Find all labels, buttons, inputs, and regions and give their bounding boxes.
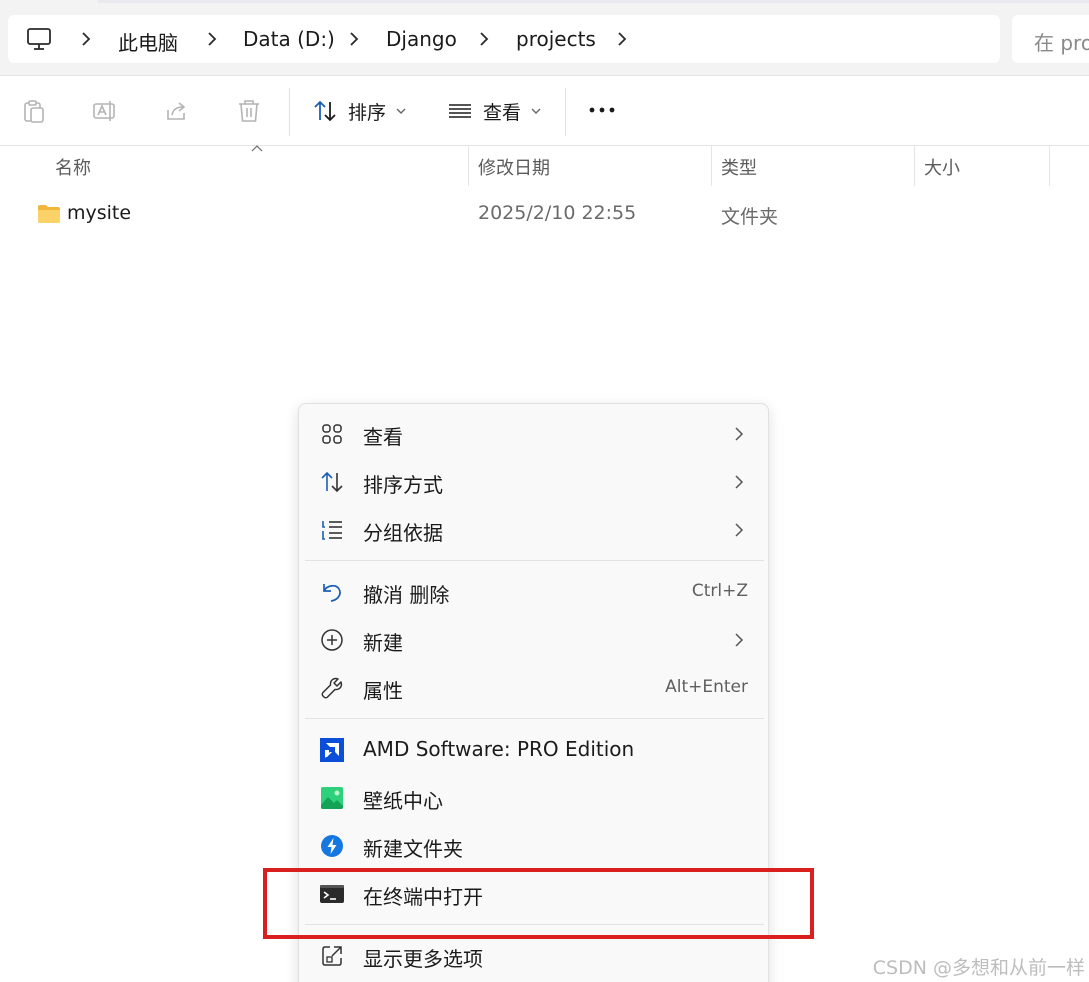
column-header-size[interactable]: 大小 xyxy=(914,146,1049,186)
column-header-modified[interactable]: 修改日期 xyxy=(468,146,711,186)
menu-item-shortcut: Alt+Enter xyxy=(665,677,748,697)
menu-item-label: AMD Software: PRO Edition xyxy=(363,737,635,761)
chevron-right-icon xyxy=(735,475,744,489)
toolbar-divider xyxy=(289,88,290,136)
menu-item-sort-by[interactable]: 排序方式 xyxy=(305,460,764,504)
group-by-icon xyxy=(322,521,342,540)
menu-item-label: 属性 xyxy=(363,679,403,703)
show-more-options-icon xyxy=(322,946,342,966)
sort-button[interactable]: 排序 xyxy=(312,90,406,132)
breadcrumb-data-drive[interactable]: Data (D:) xyxy=(243,27,335,51)
view-label: 查看 xyxy=(483,101,522,124)
menu-item-label: 壁纸中心 xyxy=(363,789,443,813)
menu-item-wallpaper-center[interactable]: 壁纸中心 xyxy=(305,776,764,820)
command-bar: 排序 查看 xyxy=(0,76,1089,146)
column-separator[interactable] xyxy=(1049,146,1050,186)
delete-icon[interactable] xyxy=(236,98,262,124)
file-type: 文件夹 xyxy=(721,206,779,228)
menu-item-label: 查看 xyxy=(363,425,403,449)
sort-label: 排序 xyxy=(348,101,387,124)
menu-item-label: 新建文件夹 xyxy=(363,837,463,861)
search-placeholder: 在 pro xyxy=(1034,31,1089,55)
amd-icon xyxy=(320,738,344,762)
toolbar-divider xyxy=(565,88,566,136)
column-header-name[interactable]: 名称 xyxy=(45,146,468,186)
menu-item-label: 撤消 删除 xyxy=(363,583,450,607)
chevron-right-icon[interactable] xyxy=(476,30,492,48)
view-button[interactable]: 查看 xyxy=(447,90,541,132)
address-area: 此电脑 Data (D:) Django projects 在 pro xyxy=(0,0,1089,76)
wallpaper-icon xyxy=(321,787,343,809)
add-circle-icon xyxy=(321,629,343,651)
undo-icon xyxy=(323,584,341,602)
paste-icon[interactable] xyxy=(21,98,47,124)
menu-item-label: 排序方式 xyxy=(363,473,443,497)
chevron-right-icon[interactable] xyxy=(346,30,362,48)
highlight-annotation-box xyxy=(263,868,814,939)
menu-separator xyxy=(305,718,764,719)
menu-item-label: 显示更多选项 xyxy=(363,947,483,971)
column-header-type[interactable]: 类型 xyxy=(711,146,914,186)
chevron-right-icon[interactable] xyxy=(614,30,630,48)
chevron-down-icon xyxy=(531,108,541,114)
grid-view-icon xyxy=(322,424,342,444)
table-row[interactable]: mysite 2025/2/10 22:55 文件夹 xyxy=(0,194,1089,234)
new-folder-app-icon xyxy=(321,835,343,857)
breadcrumb-this-pc[interactable]: 此电脑 xyxy=(118,27,178,56)
menu-item-group-by[interactable]: 分组依据 xyxy=(305,508,764,552)
menu-item-new[interactable]: 新建 xyxy=(305,618,764,662)
more-horizontal-icon[interactable] xyxy=(588,106,616,114)
menu-item-show-more-options[interactable]: 显示更多选项 xyxy=(305,934,764,978)
menu-item-shortcut: Ctrl+Z xyxy=(691,581,748,601)
share-icon[interactable] xyxy=(164,98,190,124)
chevron-right-icon xyxy=(735,427,744,441)
menu-separator xyxy=(305,560,764,561)
file-name: mysite xyxy=(67,202,132,224)
chevron-right-icon[interactable] xyxy=(204,30,220,48)
chevron-right-icon xyxy=(735,523,744,537)
menu-item-new-folder-app[interactable]: 新建文件夹 xyxy=(305,824,764,868)
chevron-right-icon xyxy=(735,633,744,647)
rename-icon[interactable] xyxy=(92,98,118,124)
menu-item-properties[interactable]: 属性 Alt+Enter xyxy=(305,666,764,710)
chevron-right-icon[interactable] xyxy=(78,30,94,48)
tab-strip-edge xyxy=(98,0,1089,3)
file-modified: 2025/2/10 22:55 xyxy=(478,202,637,224)
computer-icon[interactable] xyxy=(26,26,52,52)
sort-icon xyxy=(321,471,343,493)
folder-icon xyxy=(38,205,60,223)
menu-item-label: 分组依据 xyxy=(363,521,443,545)
watermark: CSDN @多想和从前一样 xyxy=(872,957,1085,979)
breadcrumb-projects[interactable]: projects xyxy=(516,27,596,51)
list-view-icon xyxy=(449,104,471,118)
address-bar[interactable]: 此电脑 Data (D:) Django projects xyxy=(8,15,1000,63)
breadcrumb-django[interactable]: Django xyxy=(386,27,457,51)
menu-item-undo-delete[interactable]: 撤消 删除 Ctrl+Z xyxy=(305,570,764,614)
sort-icon xyxy=(314,100,336,122)
menu-item-amd-software[interactable]: AMD Software: PRO Edition xyxy=(305,728,764,772)
chevron-down-icon xyxy=(396,108,406,114)
wrench-icon xyxy=(321,677,343,699)
menu-item-view[interactable]: 查看 xyxy=(305,412,764,456)
menu-item-label: 新建 xyxy=(363,631,403,655)
search-input[interactable]: 在 pro xyxy=(1012,15,1089,63)
